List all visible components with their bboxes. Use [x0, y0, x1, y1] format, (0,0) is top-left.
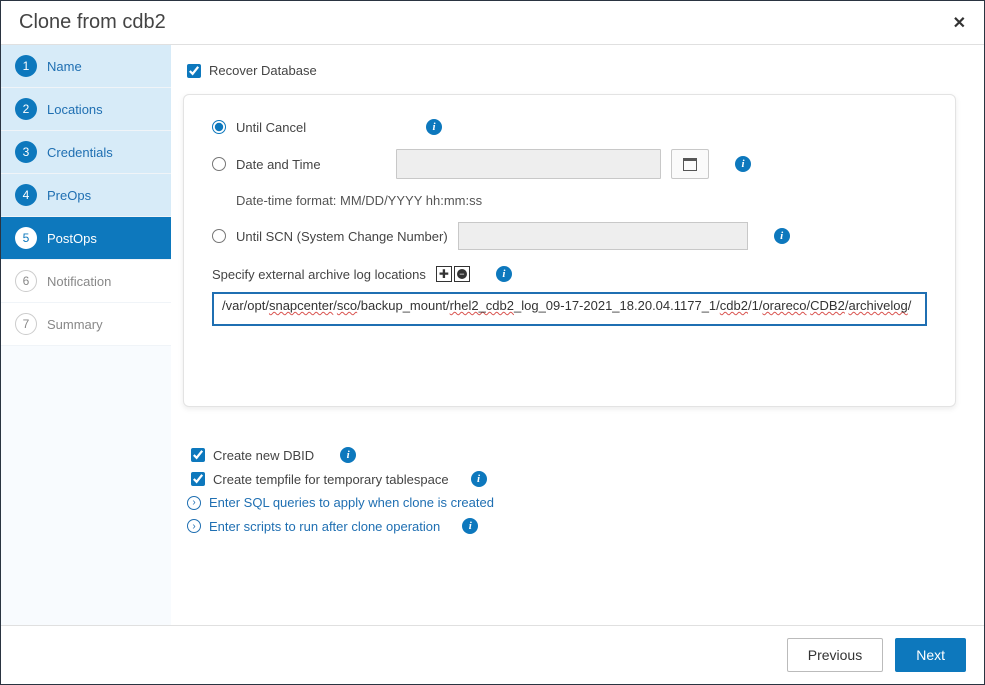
calendar-button[interactable] — [671, 149, 709, 179]
chevron-right-icon: › — [187, 519, 201, 533]
step-number: 6 — [15, 270, 37, 292]
recover-options-card: Until Cancel i Date and Time i Date-time… — [183, 94, 956, 407]
sidebar-step-name[interactable]: 1 Name — [1, 45, 171, 88]
info-icon[interactable]: i — [496, 266, 512, 282]
info-icon[interactable]: i — [471, 471, 487, 487]
add-remove-controls: ✚ − — [436, 266, 470, 282]
create-dbid-checkbox[interactable] — [191, 448, 205, 462]
step-number: 2 — [15, 98, 37, 120]
dialog-title: Clone from cdb2 — [19, 11, 166, 34]
recover-database-row[interactable]: Recover Database — [187, 63, 956, 78]
scripts-link-label: Enter scripts to run after clone operati… — [209, 519, 440, 534]
archive-path-field-wrap: /var/opt/snapcenter/sco/backup_mount/rhe… — [212, 292, 927, 326]
step-label: Name — [47, 59, 82, 74]
create-tempfile-checkbox[interactable] — [191, 472, 205, 486]
sidebar-step-preops[interactable]: 4 PreOps — [1, 174, 171, 217]
step-label: Locations — [47, 102, 103, 117]
recover-database-label: Recover Database — [209, 63, 317, 78]
step-label: Summary — [47, 317, 103, 332]
scn-input — [458, 222, 748, 250]
archive-path-input[interactable]: /var/opt/snapcenter/sco/backup_mount/rhe… — [212, 292, 927, 326]
until-cancel-radio[interactable] — [212, 120, 226, 134]
create-dbid-row[interactable]: Create new DBID i — [191, 447, 956, 463]
step-number: 7 — [15, 313, 37, 335]
until-scn-radio[interactable] — [212, 229, 226, 243]
dialog-header: Clone from cdb2 ✕ — [1, 1, 984, 45]
recover-database-checkbox[interactable] — [187, 64, 201, 78]
sql-queries-expander[interactable]: › Enter SQL queries to apply when clone … — [187, 495, 956, 510]
previous-button[interactable]: Previous — [787, 638, 883, 672]
info-icon[interactable]: i — [462, 518, 478, 534]
sql-queries-link-label: Enter SQL queries to apply when clone is… — [209, 495, 494, 510]
scripts-expander[interactable]: › Enter scripts to run after clone opera… — [187, 518, 956, 534]
sidebar-step-notification[interactable]: 6 Notification — [1, 260, 171, 303]
chevron-right-icon: › — [187, 496, 201, 510]
sidebar-step-credentials[interactable]: 3 Credentials — [1, 131, 171, 174]
step-label: Notification — [47, 274, 111, 289]
step-number: 3 — [15, 141, 37, 163]
date-time-input — [396, 149, 661, 179]
add-location-button[interactable]: ✚ — [436, 266, 452, 282]
specify-archive-label: Specify external archive log locations — [212, 267, 426, 282]
date-time-label: Date and Time — [236, 157, 386, 172]
date-time-row: Date and Time i — [212, 149, 927, 179]
step-label: PreOps — [47, 188, 91, 203]
until-cancel-row: Until Cancel i — [212, 119, 927, 135]
sidebar-step-postops[interactable]: 5 PostOps — [1, 217, 171, 260]
date-time-hint: Date-time format: MM/DD/YYYY hh:mm:ss — [236, 193, 927, 208]
sidebar-step-summary[interactable]: 7 Summary — [1, 303, 171, 346]
clone-dialog: Clone from cdb2 ✕ 1 Name 2 Locations 3 C… — [1, 1, 984, 684]
create-dbid-label: Create new DBID — [213, 448, 314, 463]
step-number: 5 — [15, 227, 37, 249]
sidebar-step-locations[interactable]: 2 Locations — [1, 88, 171, 131]
wizard-sidebar: 1 Name 2 Locations 3 Credentials 4 PreOp… — [1, 45, 171, 625]
main-panel: Recover Database Until Cancel i Date and… — [171, 45, 984, 625]
create-tempfile-row[interactable]: Create tempfile for temporary tablespace… — [191, 471, 956, 487]
calendar-icon — [683, 158, 697, 171]
until-cancel-label: Until Cancel — [236, 120, 386, 135]
step-label: Credentials — [47, 145, 113, 160]
step-label: PostOps — [47, 231, 97, 246]
step-number: 4 — [15, 184, 37, 206]
archive-log-spec-row: Specify external archive log locations ✚… — [212, 266, 927, 282]
info-icon[interactable]: i — [735, 156, 751, 172]
close-icon[interactable]: ✕ — [953, 13, 966, 33]
additional-options: Create new DBID i Create tempfile for te… — [187, 447, 956, 534]
info-icon[interactable]: i — [426, 119, 442, 135]
date-time-radio[interactable] — [212, 157, 226, 171]
dialog-body: 1 Name 2 Locations 3 Credentials 4 PreOp… — [1, 45, 984, 625]
until-scn-label: Until SCN (System Change Number) — [236, 229, 448, 244]
remove-location-button[interactable]: − — [454, 266, 470, 282]
create-tempfile-label: Create tempfile for temporary tablespace — [213, 472, 449, 487]
next-button[interactable]: Next — [895, 638, 966, 672]
until-scn-row: Until SCN (System Change Number) i — [212, 222, 927, 250]
dialog-footer: Previous Next — [1, 625, 984, 684]
info-icon[interactable]: i — [774, 228, 790, 244]
step-number: 1 — [15, 55, 37, 77]
info-icon[interactable]: i — [340, 447, 356, 463]
